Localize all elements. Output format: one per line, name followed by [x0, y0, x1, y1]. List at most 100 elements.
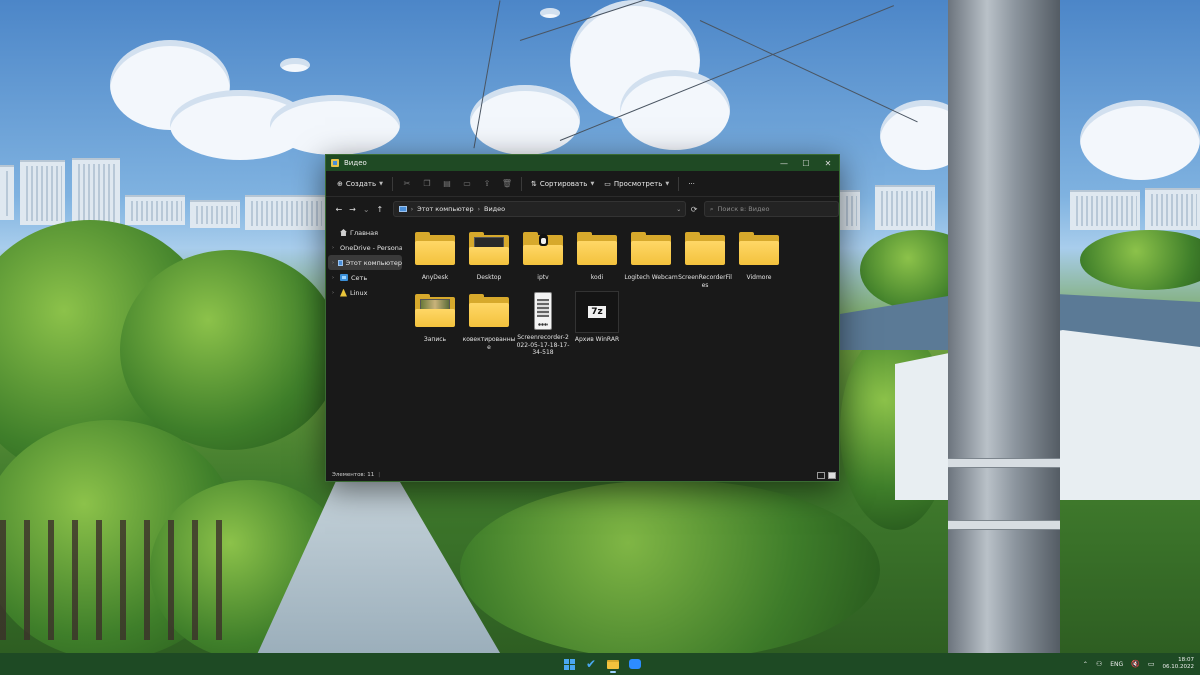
file-name: Desktop: [476, 274, 502, 281]
video-thumbnail-icon: [534, 292, 552, 330]
folder-icon: [469, 232, 509, 265]
close-button[interactable]: ✕: [817, 155, 839, 171]
chevron-right-icon: ›: [410, 205, 414, 213]
taskbar: ✔ ⌃ ⚇ ENG 🔇 ▭ 18:07 06.10.2022: [0, 653, 1200, 675]
view-icon: ▭: [604, 179, 611, 188]
file-item-winrar-archive[interactable]: 7z Архив WinRAR: [570, 291, 624, 354]
this-pc-icon: [337, 259, 343, 266]
home-icon: [340, 229, 347, 236]
show-hidden-icons-icon[interactable]: ⌃: [1083, 661, 1088, 668]
plus-circle-icon: ⊕: [337, 179, 343, 188]
network-icon: [340, 274, 348, 281]
people-icon[interactable]: ⚇: [1096, 660, 1102, 668]
expand-icon[interactable]: ›: [332, 245, 334, 251]
breadcrumb-this-pc[interactable]: Этот компьютер: [417, 205, 473, 213]
file-name: AnyDesk: [421, 274, 449, 281]
zoom-icon: [629, 659, 641, 669]
sidebar-item-label: OneDrive - Personal: [340, 243, 402, 252]
archive-7z-icon: 7z: [575, 291, 619, 333]
file-item-iptv[interactable]: iptv: [516, 230, 570, 292]
sort-button[interactable]: ⇅ Сортировать ▼: [526, 175, 599, 193]
folder-icon: [685, 232, 725, 265]
file-item-desktop[interactable]: Desktop: [462, 230, 516, 292]
copy-icon[interactable]: ❐: [417, 175, 437, 193]
status-bar: Элементов: 11 |: [326, 469, 839, 481]
taskbar-todo-app[interactable]: ✔: [583, 656, 599, 672]
clock[interactable]: 18:07 06.10.2022: [1163, 657, 1195, 671]
address-bar[interactable]: › Этот компьютер › Видео ⌄: [392, 201, 687, 217]
back-button[interactable]: ←: [332, 201, 346, 217]
sidebar-item-label: Linux: [350, 288, 368, 297]
search-box[interactable]: ⌕ Поиск в: Видео: [703, 201, 839, 217]
folder-icon: [739, 232, 779, 265]
start-button[interactable]: [561, 656, 577, 672]
create-button[interactable]: ⊕ Создать ▼: [332, 175, 388, 193]
penguin-icon: [539, 234, 548, 246]
large-icons-view-icon[interactable]: [828, 471, 836, 479]
window-title: Видео: [344, 159, 367, 167]
recent-locations-button[interactable]: ⌄: [359, 201, 373, 217]
archive-icon-text: 7z: [588, 306, 606, 318]
cut-icon[interactable]: ✂: [397, 175, 417, 193]
file-name: Logitech Webcam: [624, 274, 678, 281]
file-item-kodi[interactable]: kodi: [570, 230, 624, 292]
explorer-folder-icon: [331, 159, 339, 167]
view-button[interactable]: ▭ Просмотреть ▼: [599, 175, 674, 193]
file-name: ScreenRecorderFiles: [678, 274, 732, 289]
sidebar-item-label: Сеть: [351, 273, 368, 282]
toolbar-divider: [391, 176, 393, 191]
details-view-icon[interactable]: [817, 471, 825, 479]
status-divider: |: [378, 472, 381, 478]
sidebar-item-this-pc[interactable]: › Этот компьютер: [328, 255, 402, 270]
window-titlebar[interactable]: Видео — ☐ ✕: [326, 155, 839, 171]
rename-icon[interactable]: ▭: [457, 175, 477, 193]
sidebar-item-network[interactable]: › Сеть: [328, 270, 402, 285]
chevron-right-icon: ›: [477, 205, 480, 213]
battery-icon[interactable]: ▭: [1148, 660, 1155, 668]
search-placeholder: Поиск в: Видео: [717, 205, 770, 213]
maximize-button[interactable]: ☐: [795, 155, 817, 171]
folder-icon: [415, 294, 455, 327]
expand-icon[interactable]: ›: [332, 275, 337, 281]
file-name: Screenrecorder-2022-05-17-18-17-34-518: [516, 334, 570, 356]
navigation-bar: ← → ⌄ ↑ › Этот компьютер › Видео ⌄ ⟳ ⌕ П…: [326, 197, 839, 221]
folder-icon: [469, 294, 509, 327]
forward-button[interactable]: →: [346, 201, 360, 217]
up-button[interactable]: ↑: [373, 201, 387, 217]
sidebar-item-home[interactable]: Главная: [328, 225, 402, 240]
share-icon[interactable]: ⇪: [477, 175, 497, 193]
file-list: AnyDesk Desktop iptv kodi Logitech Webca…: [404, 222, 839, 469]
file-item-screenrecorder-video[interactable]: Screenrecorder-2022-05-17-18-17-34-518: [516, 292, 570, 356]
view-label: Просмотреть: [613, 179, 663, 188]
file-item-vidmore[interactable]: Vidmore: [732, 230, 786, 292]
language-indicator[interactable]: ENG: [1110, 661, 1123, 668]
file-explorer-window: Видео — ☐ ✕ ⊕ Создать ▼ ✂ ❐ ▤ ▭ ⇪ 🗑 ⇅ Со…: [325, 154, 840, 482]
file-name: Vidmore: [746, 274, 772, 281]
toolbar-divider: [678, 176, 680, 191]
taskbar-zoom-app[interactable]: [627, 656, 643, 672]
minimize-button[interactable]: —: [773, 155, 795, 171]
file-item-anydesk[interactable]: AnyDesk: [408, 230, 462, 292]
file-item-screenrecorderfiles[interactable]: ScreenRecorderFiles: [678, 230, 732, 292]
expand-icon[interactable]: ›: [332, 290, 337, 296]
mute-icon[interactable]: 🔇: [1131, 660, 1140, 668]
expand-icon[interactable]: ›: [332, 260, 335, 266]
more-options-button[interactable]: ···: [683, 175, 700, 193]
folder-icon: [415, 232, 455, 265]
file-item-zapis[interactable]: Запись: [408, 292, 462, 354]
create-label: Создать: [345, 179, 377, 188]
file-explorer-icon: [607, 659, 619, 669]
sidebar-item-linux[interactable]: › Linux: [328, 285, 402, 300]
delete-icon[interactable]: 🗑: [497, 175, 517, 193]
breadcrumb-videos[interactable]: Видео: [484, 205, 505, 213]
folder-icon: [523, 232, 563, 265]
paste-icon[interactable]: ▤: [437, 175, 457, 193]
file-item-logitech-webcam[interactable]: Logitech Webcam: [624, 230, 678, 292]
sidebar-item-onedrive[interactable]: › OneDrive - Personal: [328, 240, 402, 255]
refresh-button[interactable]: ⟳: [686, 201, 702, 217]
taskbar-file-explorer[interactable]: [605, 656, 621, 673]
chevron-down-icon: ▼: [590, 180, 595, 187]
address-history-chevron-icon[interactable]: ⌄: [676, 206, 685, 213]
file-item-converted[interactable]: ковектированные: [462, 292, 516, 354]
checkmark-icon: ✔: [585, 657, 597, 671]
